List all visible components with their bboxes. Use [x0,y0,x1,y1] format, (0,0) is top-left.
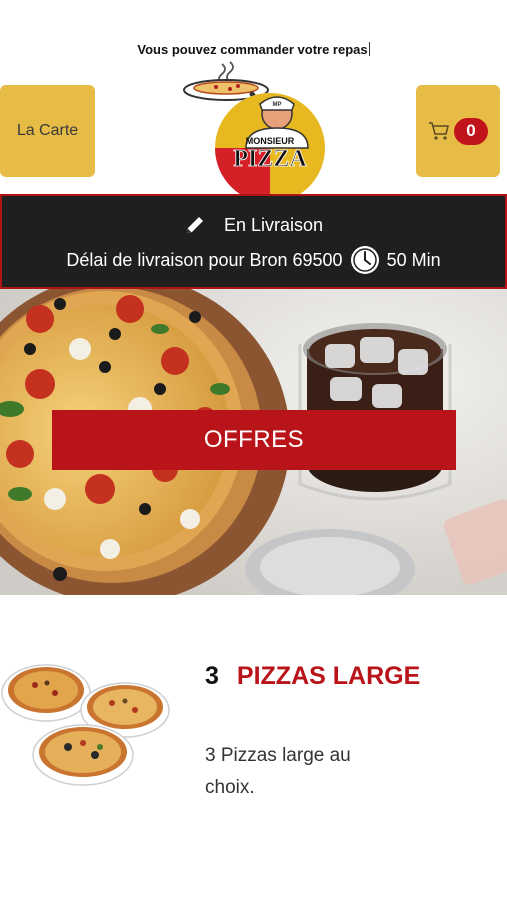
delivery-delay-text: Délai de livraison pour Bron 69500 [66,249,343,270]
product-title[interactable]: 3 PIZZAS LARGE [205,662,420,691]
offers-button[interactable]: OFFRES [52,410,456,470]
logo-cap-text: MP [273,102,282,108]
pencil-icon [186,217,203,233]
text-caret [368,42,370,56]
logo-text-top: MONSIEUR [246,136,295,146]
delivery-time: 50 Min [386,249,441,270]
cart-count-badge: 0 [454,117,488,145]
product-image-pizzas[interactable] [0,655,175,795]
product-description: 3 Pizzas large au choix. [205,745,351,798]
product-name: PIZZAS LARGE [236,662,421,690]
cart-button[interactable]: 0 [416,85,500,177]
monsieur-pizza-logo[interactable]: MP MONSIEUR PIZZA [180,56,330,196]
delivery-mode: En Livraison [223,214,324,235]
menu-button-label: La Carte [16,122,79,139]
cart-icon [429,122,449,140]
delivery-delay-row: Délai de livraison pour Bron 69500 50 Mi… [2,244,505,276]
product-quantity: 3 [205,662,219,690]
delivery-mode-row: En Livraison [2,214,505,236]
header-message-text: Vous pouvez commander votre repas [137,42,368,57]
logo-text-main: PIZZA [233,146,307,172]
menu-button[interactable]: La Carte [0,85,95,177]
clock-icon [350,246,379,274]
delivery-info-bar[interactable]: En Livraison Délai de livraison pour Bro… [0,194,507,289]
header-message: Vous pouvez commander votre repas [0,42,507,57]
